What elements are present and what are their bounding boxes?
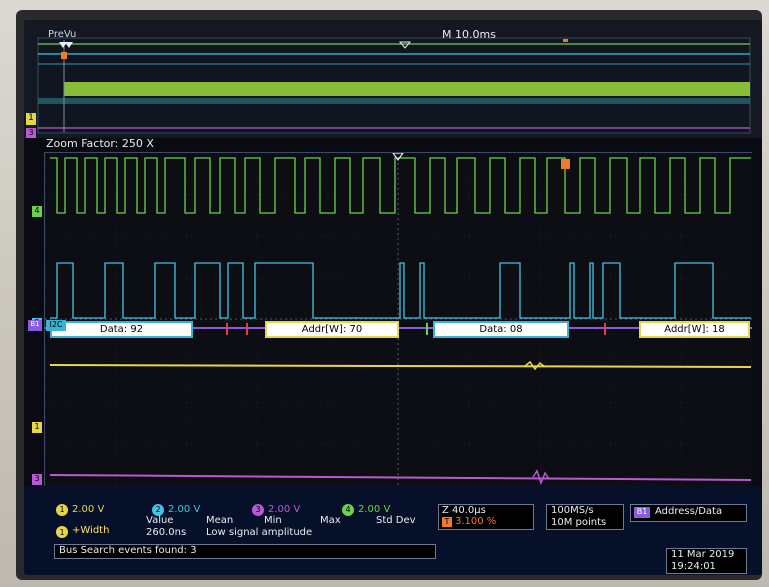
ch3-marker[interactable]: 3 <box>32 474 42 485</box>
ch3-preview-marker: 3 <box>26 128 36 138</box>
bus-segment-data-2[interactable]: Data: 08 <box>433 321 569 338</box>
header-max: Max <box>320 515 341 526</box>
measurement-warning: Low signal amplitude <box>206 527 313 538</box>
timebase-readout: M 10.0ms <box>442 28 496 41</box>
zoom-horizontal-scale: Z 40.0µs <box>442 505 486 516</box>
ch1-preview-marker: 1 <box>26 113 36 125</box>
time-value: 19:24:01 <box>671 561 716 572</box>
ch1-badge: 1 <box>56 503 68 516</box>
bus-search-status: Bus Search events found: 3 <box>59 545 197 556</box>
trigger-position-icon: T <box>442 517 452 527</box>
header-std-dev: Std Dev <box>376 515 416 526</box>
bus-search-bar[interactable]: Bus Search events found: 3 <box>54 544 436 559</box>
measurement-value: 260.0ns <box>146 527 187 538</box>
waveform-display <box>45 153 752 486</box>
ch2-badge: 2 <box>152 503 164 516</box>
ch4-badge: 4 <box>342 503 354 516</box>
sample-rate: 100MS/s <box>551 505 594 516</box>
bus-segment-addr-2[interactable]: Addr[W]: 18 <box>639 321 750 338</box>
bus-segment-addr-1[interactable]: Addr[W]: 70 <box>265 321 399 338</box>
measurement-name: +Width <box>72 525 110 536</box>
bus-segment-data-1[interactable]: Data: 92 <box>50 321 193 338</box>
main-waveform-area[interactable]: Data: 92 Addr[W]: 70 Data: 08 Addr[W]: 1… <box>44 152 752 486</box>
ch3-scale-value: 2.00 V <box>268 504 301 515</box>
ch3-badge: 3 <box>252 503 264 516</box>
preview-strip: PreVu M 10.0ms 1 3 <box>24 20 762 138</box>
ch4-marker[interactable]: 4 <box>32 206 42 217</box>
acquisition-readout[interactable]: 100MS/s 10M points <box>546 504 624 530</box>
trigger-position-value: 3.100 % <box>455 516 497 527</box>
ch4-scale-value: 2.00 V <box>358 504 391 515</box>
header-value: Value <box>146 515 174 526</box>
ch1-scale[interactable]: 1 2.00 V <box>56 503 104 516</box>
preview-label: PreVu <box>48 29 77 40</box>
bus-marker[interactable]: B1 <box>28 320 42 331</box>
ch2-scale-value: 2.00 V <box>168 504 201 515</box>
bus-protocol-label: I2C <box>46 320 66 331</box>
header-min: Min <box>264 515 282 526</box>
measurement-table[interactable]: 1 +Width Value Mean Min Max Std Dev 260.… <box>54 515 434 542</box>
zoom-factor-label: Zoom Factor: 250 X <box>46 137 154 150</box>
measurement-channel-badge: 1 <box>56 526 68 538</box>
bus-label-box[interactable]: B1 Address/Data <box>630 504 747 522</box>
record-length: 10M points <box>551 517 607 528</box>
header-mean: Mean <box>206 515 234 526</box>
datetime-readout: 11 Mar 2019 19:24:01 <box>666 548 747 574</box>
ch1-scale-value: 2.00 V <box>72 504 105 515</box>
date-value: 11 Mar 2019 <box>671 549 735 560</box>
bus-label-badge: B1 <box>634 507 650 518</box>
oscilloscope-screen: PreVu M 10.0ms 1 3 Zoom Factor: 250 X Da… <box>24 20 762 575</box>
zoom-horizontal-readout[interactable]: Z 40.0µs T 3.100 % <box>438 504 534 530</box>
bus-label-text: Address/Data <box>655 506 723 517</box>
ch1-marker[interactable]: 1 <box>32 422 42 433</box>
preview-waveforms <box>37 37 751 134</box>
